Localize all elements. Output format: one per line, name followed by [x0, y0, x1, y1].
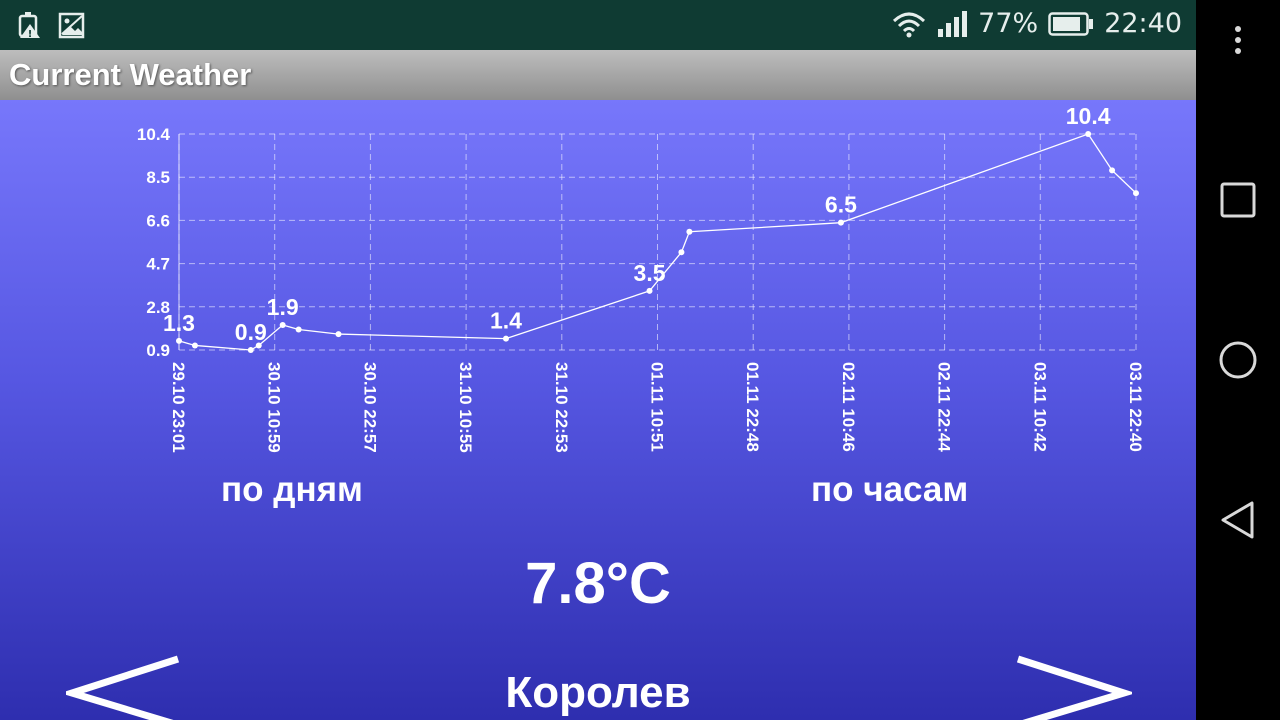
data-label: 1.9: [267, 294, 299, 320]
data-label: 3.5: [634, 260, 666, 286]
x-tick-label: 02.11 22:44: [935, 362, 954, 452]
data-point: [686, 228, 693, 235]
x-tick-label: 31.10 22:53: [552, 362, 571, 453]
home-icon[interactable]: [1216, 338, 1260, 382]
data-point: [191, 342, 198, 349]
status-bar: ! 77% 22:40: [0, 0, 1196, 50]
battery-saver-icon: !: [18, 12, 40, 40]
by-days-button[interactable]: по дням: [221, 470, 363, 510]
data-point: [1133, 190, 1139, 197]
data-point: [335, 331, 342, 338]
back-icon[interactable]: [1216, 498, 1260, 542]
data-label: 1.3: [163, 310, 195, 336]
battery-percentage: 77%: [978, 8, 1039, 39]
weather-content: 10.4 8.5 6.6 4.7 2.8 0.9 29.10 23:01 30.10 10:…: [0, 100, 1196, 720]
svg-text:!: !: [28, 29, 33, 40]
temperature-chart[interactable]: 10.48.56.64.72.80.9 29.10 23:01 30.10 10:…: [0, 100, 1196, 480]
y-tick-label: 0.9: [146, 341, 170, 360]
data-label: 0.9: [235, 319, 267, 345]
recent-apps-icon[interactable]: [1216, 178, 1260, 222]
more-options-icon[interactable]: [1216, 18, 1260, 62]
data-label: 6.5: [825, 192, 857, 218]
x-tick-label: 03.11 10:42: [1030, 362, 1049, 452]
wifi-icon: [893, 12, 926, 37]
y-tick-label: 8.5: [146, 168, 170, 187]
x-tick-label: 31.10 10:55: [456, 362, 475, 453]
y-tick-label: 6.6: [146, 211, 170, 230]
next-city-arrow[interactable]: [1012, 655, 1132, 720]
image-icon: [58, 12, 85, 39]
y-tick-label: 10.4: [137, 125, 171, 144]
app-title: Current Weather: [9, 57, 252, 92]
app-bar: Current Weather: [0, 50, 1196, 100]
current-temperature: 7.8°C: [0, 550, 1196, 617]
x-tick-label: 01.11 22:48: [743, 362, 762, 452]
data-point: [295, 326, 302, 333]
system-nav-bar: [1196, 0, 1280, 720]
data-point: [176, 337, 182, 344]
data-point: [646, 287, 653, 294]
x-tick-label: 30.10 22:57: [360, 362, 379, 453]
x-tick-label: 29.10 23:01: [169, 362, 188, 453]
clock: 22:40: [1104, 8, 1182, 39]
x-tick-label: 30.10 10:59: [265, 362, 284, 453]
current-temperature-value: 7.8°C: [525, 551, 671, 616]
data-point: [247, 347, 254, 353]
data-point: [279, 321, 286, 328]
y-tick-label: 4.7: [146, 255, 170, 274]
data-label: 1.4: [490, 308, 522, 334]
data-label: 10.4: [1066, 103, 1111, 129]
x-tick-label: 01.11 10:51: [648, 362, 667, 452]
signal-icon: [938, 10, 968, 37]
data-point: [678, 249, 685, 256]
x-tick-label: 02.11 10:46: [839, 362, 858, 452]
x-tick-label: 03.11 22:40: [1126, 362, 1145, 452]
by-hours-button[interactable]: по часам: [811, 470, 968, 510]
data-point: [1085, 131, 1092, 137]
battery-icon: [1048, 11, 1094, 36]
data-point: [502, 335, 509, 342]
data-point: [837, 219, 844, 226]
data-point: [1109, 167, 1116, 174]
